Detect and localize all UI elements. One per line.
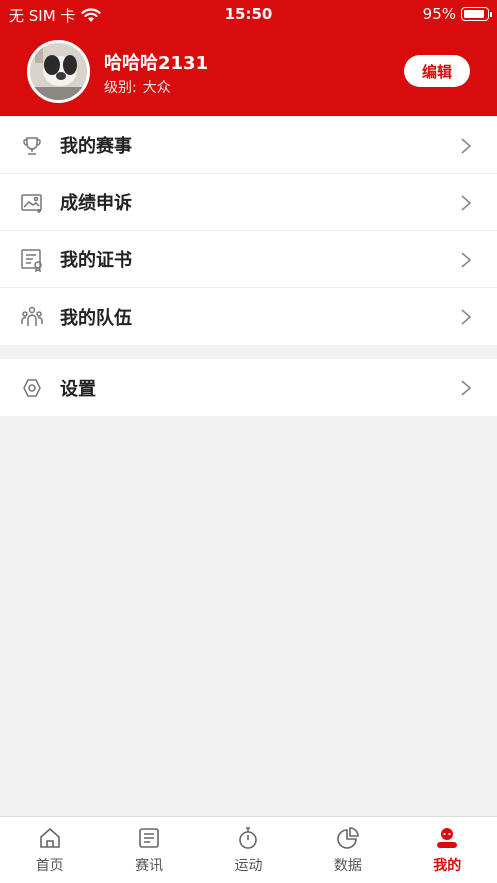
menu-label: 设置 xyxy=(60,378,96,400)
tab-label: 数据 xyxy=(333,858,362,874)
stopwatch-icon xyxy=(239,827,258,849)
tab-label: 我的 xyxy=(433,858,462,874)
battery-percent: 95% xyxy=(422,5,456,23)
hexagon-settings-icon xyxy=(23,379,41,397)
tab-label: 首页 xyxy=(35,858,64,874)
tab-label: 赛讯 xyxy=(135,858,164,874)
level-value: 大众 xyxy=(142,80,171,96)
chevron-right-icon xyxy=(461,380,472,396)
pie-chart-icon xyxy=(337,827,359,849)
tab-data[interactable]: 数据 xyxy=(298,817,397,883)
chevron-right-icon xyxy=(461,252,472,268)
edit-profile-button[interactable]: 编辑 xyxy=(404,55,470,87)
profile-icon xyxy=(437,828,458,848)
bottom-tab-bar: 首页 赛讯 运动 数据 我的 xyxy=(0,816,497,883)
chevron-right-icon xyxy=(461,195,472,211)
menu-group-settings: 设置 xyxy=(0,359,497,416)
level-label: 级别: xyxy=(104,80,137,96)
trophy-icon xyxy=(23,137,41,155)
home-icon xyxy=(39,827,60,848)
status-bar: 无 SIM 卡 15:50 95% xyxy=(0,0,497,28)
menu-label: 我的队伍 xyxy=(60,307,132,329)
chevron-right-icon xyxy=(461,309,472,325)
battery-icon xyxy=(461,7,492,21)
tab-news[interactable]: 赛讯 xyxy=(99,817,198,883)
tab-mine[interactable]: 我的 xyxy=(398,817,497,883)
tab-label: 运动 xyxy=(234,858,263,874)
menu-item-score-appeal[interactable]: 成绩申诉 xyxy=(0,174,497,231)
menu-item-settings[interactable]: 设置 xyxy=(0,359,497,416)
menu-label: 我的证书 xyxy=(60,250,132,271)
chevron-right-icon xyxy=(461,138,472,154)
menu-group-main: 我的赛事 成绩申诉 我的证书 我的队伍 xyxy=(0,117,497,345)
news-icon xyxy=(139,828,159,848)
menu-item-my-events[interactable]: 我的赛事 xyxy=(0,117,497,174)
avatar-photo xyxy=(30,43,87,100)
menu-label: 成绩申诉 xyxy=(60,193,132,214)
avatar[interactable] xyxy=(27,40,90,103)
menu-item-my-certificates[interactable]: 我的证书 xyxy=(0,231,497,288)
profile-header: 无 SIM 卡 15:50 95% 哈哈哈2131 级别: 大众 编辑 xyxy=(0,0,497,116)
status-right: 95% xyxy=(422,5,492,23)
user-level: 级别: 大众 xyxy=(104,77,171,97)
menu-item-my-team[interactable]: 我的队伍 xyxy=(0,288,497,345)
username: 哈哈哈2131 xyxy=(104,53,209,74)
certificate-icon xyxy=(21,249,42,272)
tab-sport[interactable]: 运动 xyxy=(199,817,298,883)
image-appeal-icon xyxy=(21,194,42,213)
menu-label: 我的赛事 xyxy=(60,136,132,157)
team-icon xyxy=(21,306,43,326)
tab-home[interactable]: 首页 xyxy=(0,817,99,883)
